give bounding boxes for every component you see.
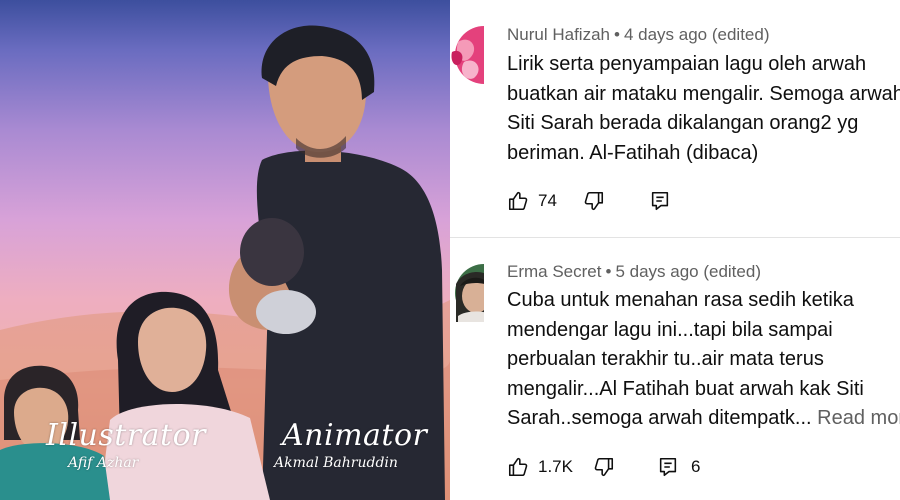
reply-button[interactable] [649,190,683,212]
like-button[interactable]: 1.7K [507,456,573,478]
comment-time[interactable]: 4 days ago (edited) [624,25,770,44]
comment-meta: Nurul Hafizah • 4 days ago (edited) [507,25,770,45]
thumb-up-icon [508,191,528,211]
like-button[interactable]: 74 [507,190,557,212]
comment-line: beriman. Al-Fatihah (dibaca) [507,141,759,164]
thumb-down-icon [584,191,603,211]
animator-credit: Animator Akmal Bahruddin [274,418,428,471]
animator-role-label: Animator [282,418,428,453]
comment-actions: 1.7K 6 [507,454,700,480]
like-count: 74 [538,191,557,210]
animator-name: Akmal Bahruddin [274,455,398,471]
comments-panel: Nurul Hafizah • 4 days ago (edited) Lirik … [450,0,900,500]
illustrator-name: Afif Azhar [68,455,139,471]
reply-button[interactable]: 6 [657,456,700,478]
video-frame[interactable]: Illustrator Afif Azhar Animator Akmal Ba… [0,0,450,500]
comment-meta: Erma Secret • 5 days ago (edited) [507,262,761,282]
comment-line: mendengar lagu ini...tapi bila sampai [507,318,833,341]
dislike-button[interactable] [593,456,615,478]
meta-separator: • [605,262,612,281]
meta-separator: • [614,25,620,44]
illustrator-role-label: Illustrator [46,418,206,453]
comment-text: Cuba untuk menahan rasa sedih ketika men… [507,286,900,434]
comment-text: Lirik serta penyampaian lagu oleh arwah … [507,50,900,168]
comment-author[interactable]: Erma Secret [507,262,601,281]
comment-line: buatkan air mataku mengalir. Semoga arwa… [507,82,900,105]
comment-line: Sarah..semoga arwah ditempatk... [507,407,812,429]
reply-comment-icon [651,191,669,211]
comment-time[interactable]: 5 days ago (edited) [615,262,761,281]
comment-line-last: Sarah..semoga arwah ditempatk... Read mo… [507,404,900,434]
comment-line: Lirik serta penyampaian lagu oleh arwah [507,53,867,75]
read-more-link[interactable]: Read more [817,407,900,429]
comment-item: Nurul Hafizah • 4 days ago (edited) Lirik … [450,0,900,237]
avatar-pink-flower-icon[interactable] [450,26,484,84]
avatar-portrait-icon[interactable] [450,264,484,322]
reply-comment-icon [659,457,677,477]
dislike-button[interactable] [583,190,605,212]
comment-item: Erma Secret • 5 days ago (edited) Cuba unt… [450,237,900,500]
thumb-down-icon [594,457,614,477]
comment-line: mengalir...Al Fatihah buat arwah kak Sit… [507,377,864,400]
comment-author[interactable]: Nurul Hafizah [507,25,610,44]
reply-count: 6 [690,457,701,476]
like-count: 1.7K [538,457,573,476]
comment-line: perbualan terakhir tu..air mata terus [507,348,824,370]
illustrator-credit: Illustrator Afif Azhar [46,418,206,471]
comment-line: Siti Sarah berada dikalangan orang2 yg [507,112,859,134]
thumb-up-icon [508,457,528,477]
comment-actions: 74 [507,188,683,214]
comment-line: Cuba untuk menahan rasa sedih ketika [507,289,854,311]
